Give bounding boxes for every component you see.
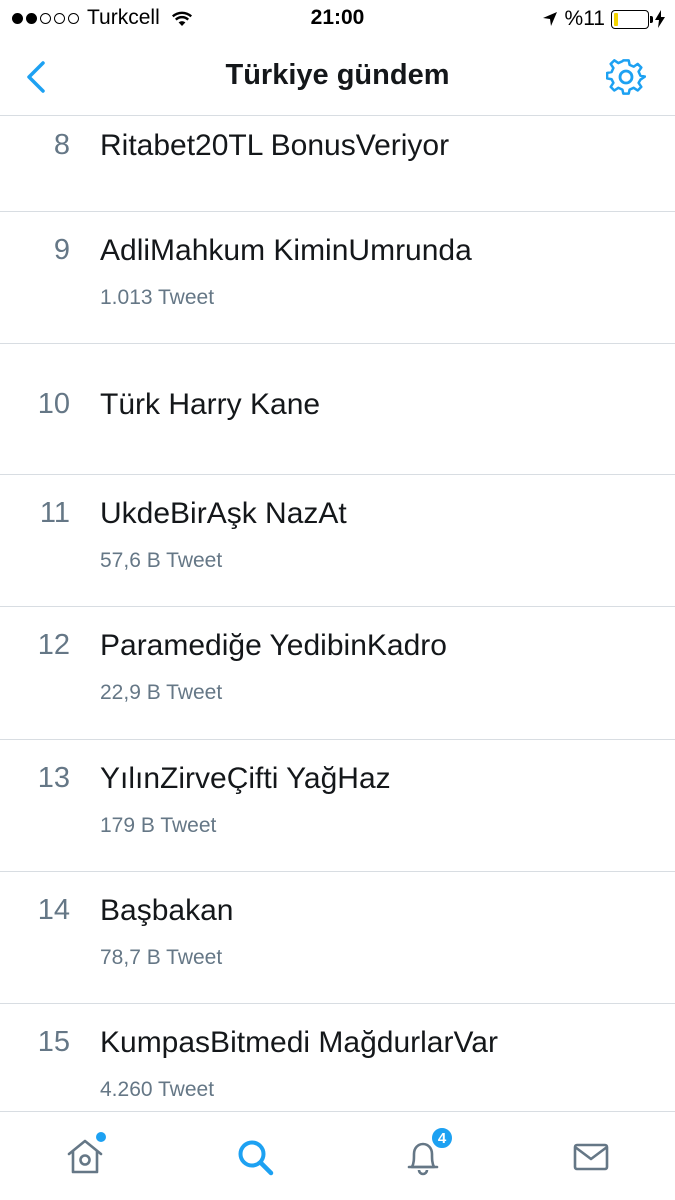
trend-name: Başbakan <box>100 894 234 927</box>
notification-badge: 4 <box>430 1126 454 1150</box>
trend-name: AdliMahkum KiminUmrunda <box>100 234 472 267</box>
tab-search[interactable] <box>230 1132 280 1182</box>
trend-name: Paramediğe YedibinKadro <box>100 629 447 662</box>
status-bar: Turkcell 21:00 %11 <box>0 0 675 38</box>
location-arrow-icon <box>542 12 557 26</box>
trend-rank: 13 <box>37 762 70 794</box>
trend-rank: 10 <box>37 388 70 420</box>
navigation-bar: Türkiye gündem <box>0 38 675 116</box>
trend-row[interactable]: 12 Paramediğe YedibinKadro 22,9 B Tweet <box>0 607 675 740</box>
trends-list: 8 Ritabet20TL BonusVeriyor 9 AdliMahkum … <box>0 117 675 1111</box>
page-title: Türkiye gündem <box>225 59 450 91</box>
status-right: %11 <box>541 7 665 31</box>
trend-rank: 12 <box>37 629 70 661</box>
trend-rank: 14 <box>37 894 70 926</box>
new-content-dot <box>96 1132 106 1142</box>
trend-name: UkdeBirAşk NazAt <box>100 497 347 530</box>
trend-rank: 9 <box>53 234 70 266</box>
mail-icon <box>573 1143 609 1171</box>
home-icon <box>67 1139 103 1174</box>
trend-row[interactable]: 15 KumpasBitmedi MağdurlarVar 4.260 Twee… <box>0 1004 675 1111</box>
trend-tweet-count: 78,7 B Tweet <box>100 946 223 969</box>
tab-home[interactable] <box>60 1132 110 1182</box>
battery-level <box>614 12 618 26</box>
trend-name: KumpasBitmedi MağdurlarVar <box>100 1026 498 1059</box>
gear-icon <box>606 59 646 95</box>
trend-tweet-count: 4.260 Tweet <box>100 1078 215 1101</box>
battery-percent: %11 <box>564 7 605 30</box>
search-icon <box>238 1140 274 1176</box>
trend-name: Ritabet20TL BonusVeriyor <box>100 129 450 162</box>
trend-row[interactable]: 8 Ritabet20TL BonusVeriyor <box>0 117 675 212</box>
tab-bar: 4 <box>0 1111 675 1200</box>
tab-notifications[interactable]: 4 <box>398 1126 454 1182</box>
trend-row[interactable]: 9 AdliMahkum KiminUmrunda 1.013 Tweet <box>0 212 675 344</box>
battery-icon <box>611 9 653 29</box>
trend-row[interactable]: 11 UkdeBirAşk NazAt 57,6 B Tweet <box>0 475 675 607</box>
charging-bolt-icon <box>655 10 665 28</box>
trend-rank: 8 <box>53 129 70 161</box>
trend-rank: 11 <box>39 497 70 529</box>
trend-row[interactable]: 14 Başbakan 78,7 B Tweet <box>0 872 675 1004</box>
settings-button[interactable] <box>605 56 647 98</box>
tab-messages[interactable] <box>566 1132 616 1182</box>
trend-tweet-count: 1.013 Tweet <box>100 286 215 309</box>
trend-name: YılınZirveÇifti YağHaz <box>100 762 391 795</box>
trend-row[interactable]: 13 YılınZirveÇifti YağHaz 179 B Tweet <box>0 740 675 872</box>
trend-tweet-count: 57,6 B Tweet <box>100 549 223 572</box>
trend-rank: 15 <box>37 1026 70 1058</box>
trend-tweet-count: 179 B Tweet <box>100 814 217 837</box>
trend-name: Türk Harry Kane <box>100 388 321 421</box>
trend-tweet-count: 22,9 B Tweet <box>100 681 223 704</box>
trend-row[interactable]: 10 Türk Harry Kane <box>0 344 675 475</box>
